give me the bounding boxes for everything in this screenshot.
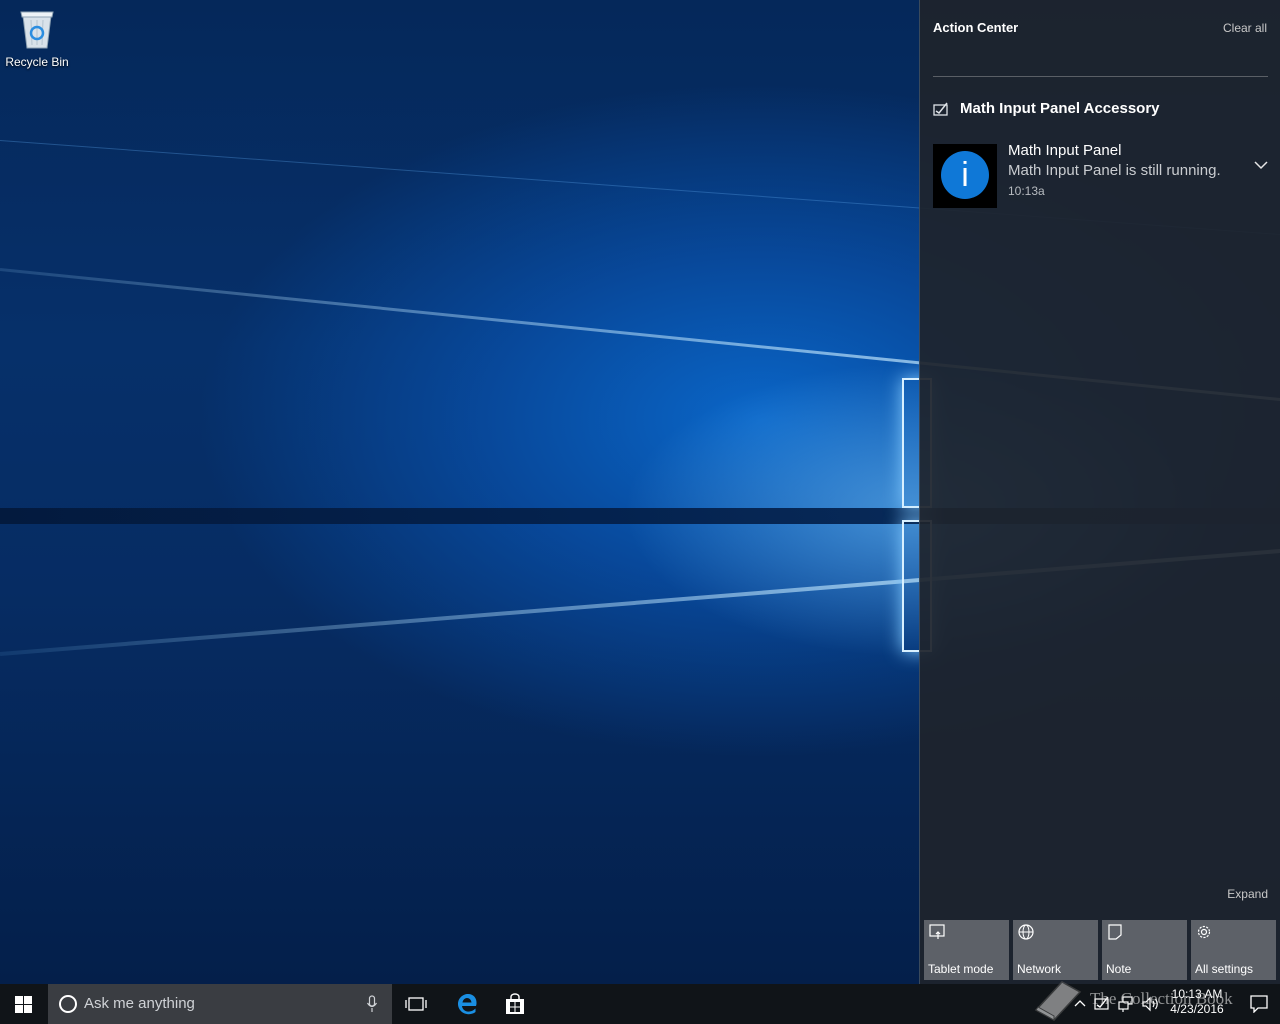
note-icon [1108, 924, 1122, 940]
info-icon: i [941, 151, 989, 199]
taskbar-app-store[interactable] [491, 984, 539, 1024]
desktop-icon-recycle-bin[interactable]: Recycle Bin [4, 8, 70, 69]
notification-body: Math Input Panel is still running. [1008, 162, 1221, 179]
taskbar-app-edge[interactable] [443, 984, 491, 1024]
math-input-panel-icon [933, 102, 948, 116]
desktop-icon-label: Recycle Bin [5, 55, 69, 69]
notification-card[interactable]: i Math Input Panel Math Input Panel is s… [933, 142, 1269, 208]
notification-group-name: Math Input Panel Accessory [960, 100, 1160, 117]
quick-action-label: Tablet mode [928, 962, 994, 976]
quick-actions: Tablet mode Network Note All settings [924, 920, 1280, 980]
cortana-icon [59, 995, 77, 1013]
notification-thumbnail: i [933, 144, 997, 208]
notification-title: Math Input Panel [1008, 142, 1122, 159]
store-icon [506, 993, 524, 1014]
quick-action-label: Network [1017, 962, 1062, 976]
task-view-button[interactable] [392, 984, 440, 1024]
quick-action-label: Note [1106, 962, 1132, 976]
quick-action-network[interactable]: Network [1013, 920, 1098, 980]
watermark-text: The Collection Book [1090, 989, 1233, 1008]
watermark: The Collection Book [1032, 976, 1233, 1022]
task-view-icon [405, 997, 427, 1011]
notification-time: 10:13a [1008, 184, 1045, 198]
recycle-bin-icon [20, 11, 54, 49]
chevron-down-icon[interactable] [1253, 159, 1269, 171]
edge-icon [458, 994, 477, 1015]
action-center-panel: Action Center Clear all Math Input Panel… [919, 0, 1280, 984]
notification-icon [1250, 995, 1268, 1013]
expand-quick-actions-button[interactable]: Expand [1227, 887, 1268, 901]
gear-icon [1197, 925, 1211, 939]
search-box[interactable]: Ask me anything [48, 984, 392, 1024]
quick-action-label: All settings [1195, 962, 1254, 976]
tablet-mode-icon [929, 924, 945, 939]
quick-action-all-settings[interactable]: All settings [1191, 920, 1276, 980]
clear-all-button[interactable]: Clear all [1223, 21, 1267, 35]
notification-group-header[interactable]: Math Input Panel Accessory [933, 100, 1160, 117]
divider [933, 76, 1268, 77]
book-icon [1034, 981, 1082, 1021]
quick-action-note[interactable]: Note [1102, 920, 1187, 980]
quick-action-tablet-mode[interactable]: Tablet mode [924, 920, 1009, 980]
microphone-icon[interactable] [366, 995, 378, 1013]
start-button[interactable] [0, 984, 48, 1024]
search-placeholder: Ask me anything [84, 995, 195, 1012]
windows-logo-icon [15, 996, 32, 1013]
globe-icon [1018, 924, 1034, 940]
action-center-title: Action Center [933, 20, 1019, 35]
action-center-button[interactable] [1236, 984, 1280, 1024]
